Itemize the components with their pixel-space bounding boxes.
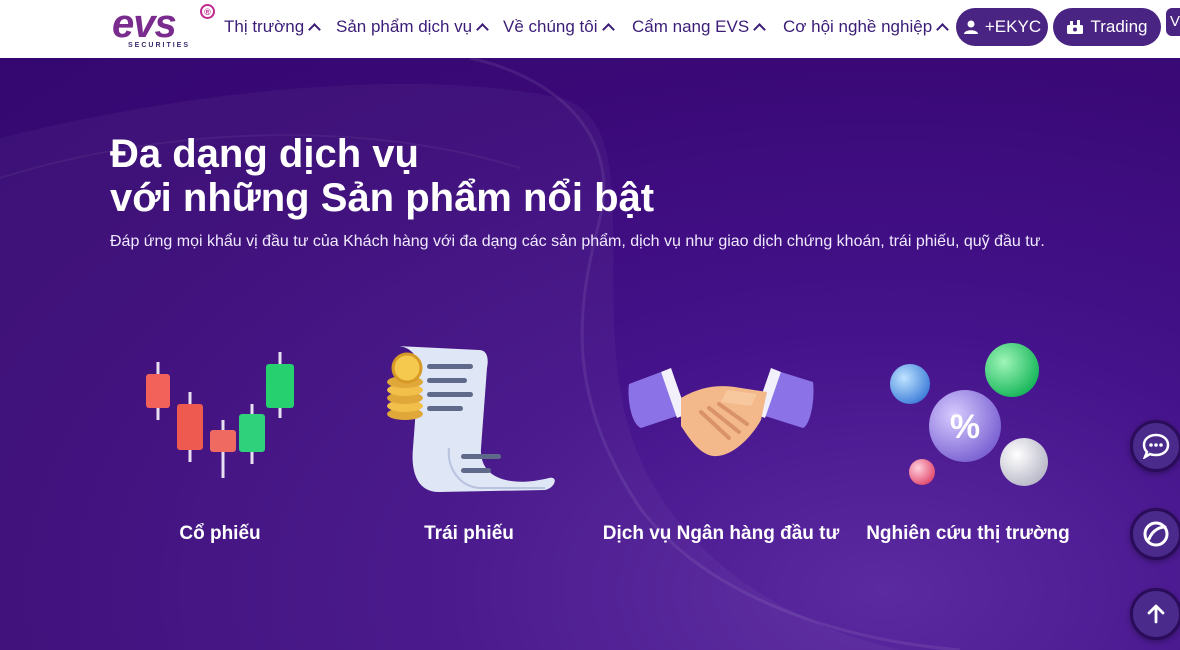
candlestick-chart-icon	[146, 352, 294, 478]
nav-label: Cẩm nang EVS	[632, 17, 750, 36]
product-card-nghien-cuu-thi-truong[interactable]: % Nghiên cứu thị trường	[848, 328, 1088, 578]
nav-label: Sản phẩm dịch vụ	[336, 17, 473, 36]
nav-label: Về chúng tôi	[503, 17, 598, 36]
trading-icon	[1067, 20, 1084, 34]
nav-cam-nang-evs[interactable]: Cẩm nang EVS	[632, 15, 767, 39]
percent-bubbles-icon: %	[890, 343, 1048, 486]
nav-co-hoi-nghe-nghiep[interactable]: Cơ hội nghề nghiệp	[783, 15, 950, 39]
chevron-up-icon	[308, 23, 322, 36]
registered-mark: ®	[200, 4, 215, 19]
hero-title-line1: Đa dạng dịch vụ	[110, 132, 419, 176]
trading-label: Trading	[1090, 17, 1148, 36]
hero-title-line2: với những Sản phẩm nổi bật	[110, 176, 655, 220]
hero-subtitle: Đáp ứng mọi khẩu vị đầu tư của Khách hàn…	[110, 233, 1045, 250]
chat-button[interactable]	[1130, 420, 1180, 472]
product-card-co-phieu[interactable]: Cổ phiếu	[100, 328, 340, 578]
arrow-up-icon	[1147, 604, 1165, 624]
scroll-top-button[interactable]	[1130, 588, 1180, 640]
logo-wordmark: evs	[112, 2, 177, 46]
logo-subtitle: SECURITIES	[128, 42, 191, 49]
ekyc-button[interactable]: +EKYC	[956, 8, 1048, 46]
hero-section: Đa dạng dịch vụ với những Sản phẩm nổi b…	[0, 58, 1180, 650]
trading-button[interactable]: Trading	[1053, 8, 1161, 46]
chevron-up-icon	[476, 23, 489, 36]
product-label: Trái phiếu	[424, 523, 514, 544]
nav-thi-truong[interactable]: Thị trường	[224, 15, 322, 39]
product-label: Cổ phiếu	[179, 523, 261, 544]
top-header: evs ® SECURITIES Thị trường Sản phẩm dịc…	[0, 0, 1180, 58]
product-label: Dịch vụ Ngân hàng đầu tư	[602, 523, 840, 544]
chat-icon	[1142, 433, 1170, 459]
brand-swirl-icon	[1143, 521, 1169, 547]
chevron-up-icon	[753, 23, 767, 36]
chevron-up-icon	[936, 23, 950, 36]
product-card-ngan-hang-dau-tu[interactable]: Dịch vụ Ngân hàng đầu tư	[601, 328, 841, 578]
user-icon	[963, 20, 978, 34]
chevron-up-icon	[601, 23, 615, 36]
nav-ve-chung-toi[interactable]: Về chúng tôi	[503, 15, 615, 39]
nav-label: Cơ hội nghề nghiệp	[783, 17, 933, 36]
nav-san-pham-dich-vu[interactable]: Sản phẩm dịch vụ	[336, 15, 489, 39]
brand-swirl-button[interactable]	[1130, 508, 1180, 560]
product-card-trai-phieu[interactable]: Trái phiếu	[349, 328, 589, 578]
handshake-icon	[628, 368, 814, 457]
hero-title: Đa dạng dịch vụ với những Sản phẩm nổi b…	[110, 132, 654, 220]
bond-document-icon	[387, 346, 555, 492]
svg-text:%: %	[950, 408, 980, 446]
product-label: Nghiên cứu thị trường	[866, 523, 1070, 544]
evs-logo[interactable]: evs ® SECURITIES	[112, 4, 216, 52]
ekyc-label: +EKYC	[984, 17, 1042, 36]
language-button[interactable]: V	[1166, 8, 1180, 36]
nav-label: Thị trường	[224, 17, 305, 36]
